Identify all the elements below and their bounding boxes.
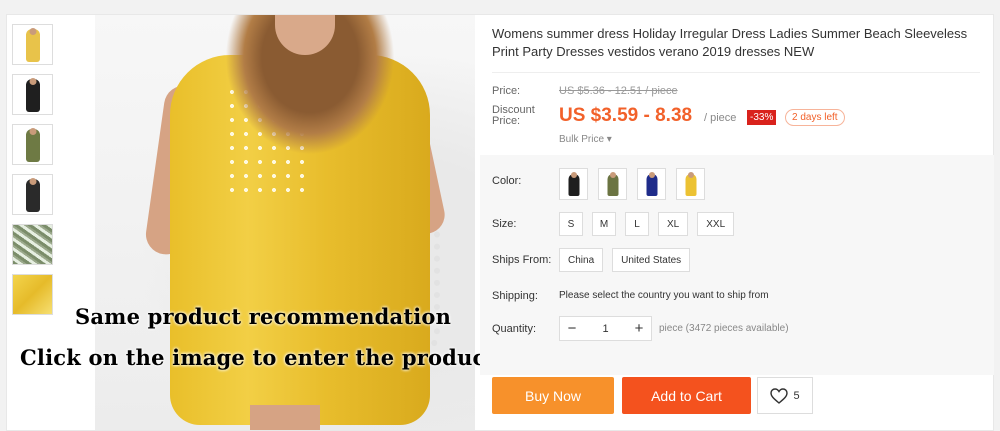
- heart-icon: [770, 387, 789, 404]
- model-head: [29, 178, 36, 185]
- quantity-decrease-button[interactable]: −: [560, 320, 584, 337]
- model-head: [29, 78, 36, 85]
- price-label: Price:: [492, 85, 521, 97]
- black-dress-thumb[interactable]: [12, 74, 53, 115]
- options-panel: [480, 155, 994, 375]
- quantity-label: Quantity:: [492, 323, 537, 335]
- wishlist-count: 5: [793, 389, 800, 402]
- model-head: [648, 172, 655, 178]
- bulk-price-dropdown[interactable]: Bulk Price ▾: [559, 134, 612, 145]
- model-head: [29, 28, 36, 35]
- size-options: S M L XL XXL: [559, 212, 735, 236]
- buy-now-button[interactable]: Buy Now: [492, 377, 614, 414]
- divider: [492, 72, 980, 73]
- yellow-dress-thumb[interactable]: [12, 24, 53, 65]
- size-label: Size:: [492, 218, 517, 230]
- click-hint-overlay-text: Click on the image to enter the product …: [20, 345, 550, 370]
- product-title: Womens summer dress Holiday Irregular Dr…: [492, 26, 968, 59]
- discount-percent-badge: -33%: [747, 110, 777, 125]
- discount-price: US $3.59 - 8.38: [559, 105, 693, 126]
- color-option-black[interactable]: [559, 168, 588, 200]
- ships-from-option[interactable]: United States: [612, 248, 691, 272]
- color-option-navy-blue[interactable]: [637, 168, 666, 200]
- size-option[interactable]: XXL: [697, 212, 735, 236]
- product-details: Womens summer dress Holiday Irregular Dr…: [480, 15, 994, 431]
- ships-from-option[interactable]: China: [559, 248, 604, 272]
- shipping-label: Shipping:: [492, 290, 538, 302]
- black-dress-thumb[interactable]: [12, 174, 53, 215]
- shipping-note: Please select the country you want to sh…: [559, 290, 769, 301]
- color-options: [559, 168, 705, 200]
- color-option-army-green[interactable]: [598, 168, 627, 200]
- ships-from-options: China United States: [559, 248, 691, 272]
- model-head: [609, 172, 616, 178]
- pattern-thumb[interactable]: [12, 224, 53, 265]
- model-legs: [250, 405, 320, 430]
- recommendation-overlay-text: Same product recommendation: [75, 304, 452, 329]
- add-to-cart-button[interactable]: Add to Cart: [622, 377, 751, 414]
- model-head: [687, 172, 694, 178]
- olive-dress-thumb[interactable]: [12, 124, 53, 165]
- quantity-increase-button[interactable]: +: [627, 320, 651, 337]
- model-head: [570, 172, 577, 178]
- discount-price-label: Discount Price:: [492, 104, 535, 127]
- model-head: [29, 128, 36, 135]
- color-label: Color:: [492, 175, 522, 187]
- price-unit: / piece: [704, 112, 737, 124]
- yellow-fabric-thumb[interactable]: [12, 274, 53, 315]
- color-option-yellow[interactable]: [676, 168, 705, 200]
- size-option[interactable]: XL: [658, 212, 689, 236]
- size-option[interactable]: L: [625, 212, 649, 236]
- quantity-availability: piece (3472 pieces available): [659, 323, 789, 334]
- size-option[interactable]: S: [559, 212, 583, 236]
- days-left-badge: 2 days left: [785, 109, 845, 126]
- wishlist-button[interactable]: 5: [757, 377, 813, 414]
- original-price: US $5.36 - 12.51 / piece: [559, 85, 678, 97]
- quantity-stepper: − 1 +: [559, 316, 652, 341]
- size-option[interactable]: M: [592, 212, 616, 236]
- ships-from-label: Ships From:: [492, 254, 552, 266]
- quantity-input[interactable]: 1: [584, 323, 627, 335]
- thumbnail-list: [12, 24, 54, 324]
